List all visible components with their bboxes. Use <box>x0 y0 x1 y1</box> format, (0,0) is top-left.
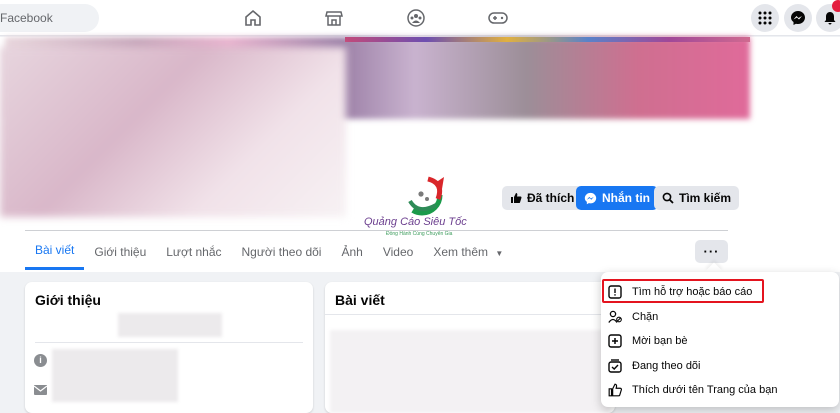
menu-grid-icon[interactable] <box>751 4 779 32</box>
posts-divider <box>325 314 615 315</box>
menu-item-label: Thích dưới tên Trang của bạn <box>632 383 778 396</box>
gaming-icon[interactable] <box>486 6 510 30</box>
posts-card: Bài viết <box>325 282 615 413</box>
tab-followers[interactable]: Người theo dõi <box>232 234 332 270</box>
cover-photo-strip <box>345 37 750 42</box>
tab-posts[interactable]: Bài viết <box>25 234 85 270</box>
mail-icon <box>33 385 48 395</box>
profile-picture[interactable] <box>0 47 346 217</box>
menu-item-block[interactable]: Chặn <box>607 305 658 328</box>
posts-title: Bài viết <box>335 292 385 308</box>
profile-header: Quảng Cáo Siêu Tốc Đồng Hành Cùng Chuyên… <box>0 37 840 272</box>
menu-item-invite[interactable]: Mời bạn bè <box>607 329 688 352</box>
brand-name: Quảng Cáo Siêu Tốc <box>364 216 467 228</box>
groups-icon[interactable] <box>404 6 428 30</box>
tab-photos[interactable]: Ảnh <box>331 234 372 270</box>
search-icon <box>662 192 674 204</box>
tab-about[interactable]: Giới thiệu <box>84 234 156 270</box>
intro-divider <box>35 342 303 343</box>
intro-card: Giới thiệu i <box>25 282 313 413</box>
search-page-button[interactable]: Tìm kiếm <box>654 186 740 210</box>
header-divider <box>25 230 728 231</box>
liked-label: Đã thích <box>527 191 575 205</box>
menu-item-label: Đang theo dõi <box>632 359 701 372</box>
top-navigation-bar: Facebook <box>0 0 840 36</box>
intro-bio-redacted <box>118 313 222 337</box>
menu-item-like-as-page[interactable]: Thích dưới tên Trang của bạn <box>607 378 777 401</box>
search-label: Tìm kiếm <box>679 191 732 205</box>
invite-icon <box>607 333 623 349</box>
intro-details-redacted <box>52 349 178 402</box>
messenger-icon <box>584 192 597 204</box>
notification-badge <box>832 0 840 12</box>
message-button[interactable]: Nhắn tin <box>576 186 658 210</box>
caret-down-icon: ▼ <box>495 249 504 258</box>
search-input[interactable]: Facebook <box>0 4 99 32</box>
menu-item-label: Mời bạn bè <box>632 334 688 347</box>
message-label: Nhắn tin <box>602 191 650 205</box>
menu-item-following[interactable]: Đang theo dõi <box>607 354 701 377</box>
following-icon <box>607 358 623 374</box>
tab-more[interactable]: Xem thêm ▼ <box>423 234 513 270</box>
more-options-button[interactable]: ··· <box>695 240 728 263</box>
tab-mentions[interactable]: Lượt nhắc <box>156 234 231 270</box>
block-user-icon <box>607 309 623 325</box>
menu-item-label: Chặn <box>632 310 659 323</box>
highlight-box <box>602 279 764 303</box>
tab-videos[interactable]: Video <box>373 234 423 270</box>
thumbs-up-icon <box>511 193 522 203</box>
info-icon: i <box>34 354 47 367</box>
home-icon[interactable] <box>241 6 265 30</box>
tab-more-label: Xem thêm <box>433 245 488 259</box>
notifications-icon[interactable] <box>816 0 840 32</box>
marketplace-icon[interactable] <box>322 6 346 30</box>
post-preview-redacted <box>330 330 610 413</box>
profile-tabs: Bài viết Giới thiệu Lượt nhắc Người theo… <box>25 234 513 270</box>
messenger-icon[interactable] <box>784 4 812 32</box>
liked-button[interactable]: Đã thích <box>502 186 583 210</box>
like-as-page-icon <box>607 382 623 398</box>
